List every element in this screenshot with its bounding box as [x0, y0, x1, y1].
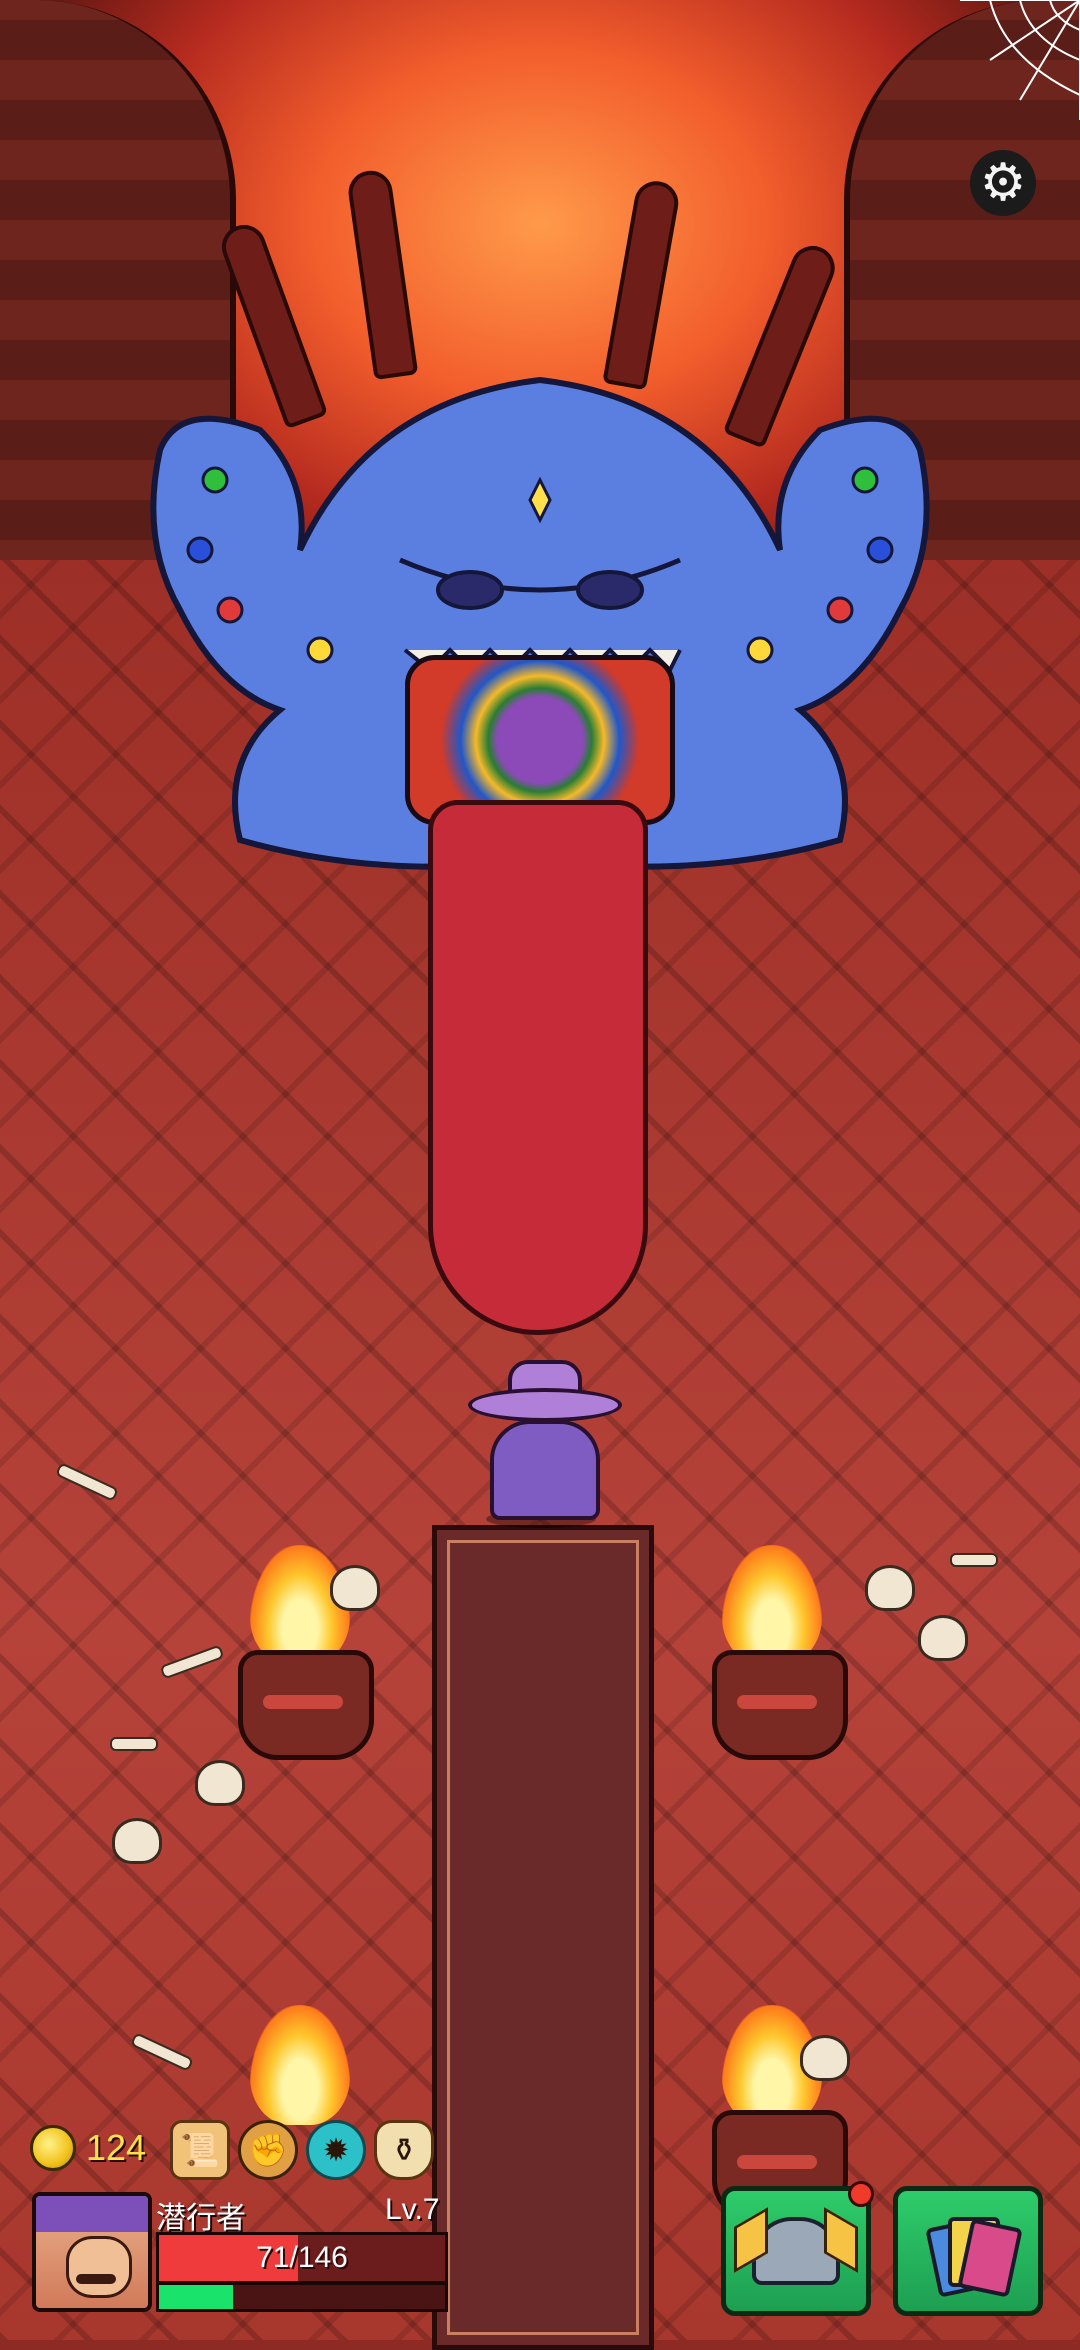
brazier: [238, 1650, 374, 1760]
sun-relic-icon[interactable]: ✹: [306, 2120, 366, 2180]
fire-icon: [250, 2005, 350, 2125]
skull-decoration: [330, 1565, 380, 1611]
boss-tongue: [428, 800, 648, 1335]
player-level: Lv.7: [385, 2193, 440, 2226]
portrait-mustache: [76, 2274, 116, 2284]
skull-decoration: [865, 1565, 915, 1611]
experience-bar: [156, 2282, 448, 2312]
skull-decoration: [195, 1760, 245, 1806]
player-cloak: [490, 1420, 600, 1520]
notification-dot: [848, 2181, 874, 2207]
winged-helmet-icon: [752, 2217, 840, 2285]
gold-coin-icon: [30, 2125, 76, 2171]
gear-icon: ⚙: [979, 154, 1027, 212]
experience-bar-fill: [159, 2285, 234, 2309]
skull-decoration: [112, 1818, 162, 1864]
bone-decoration: [110, 1737, 158, 1751]
portrait-hat: [36, 2196, 148, 2232]
skull-decoration: [800, 2035, 850, 2081]
fist-relic-icon[interactable]: ✊: [238, 2120, 298, 2180]
card-deck-button[interactable]: [893, 2186, 1043, 2316]
hat-brim: [468, 1388, 622, 1422]
skull-decoration: [918, 1615, 968, 1661]
brazier: [712, 1650, 848, 1760]
red-carpet: [432, 1525, 654, 2350]
bag-relic-icon[interactable]: ⚱: [374, 2120, 434, 2180]
equipment-button[interactable]: [721, 2181, 874, 2316]
scroll-relic-icon[interactable]: 📜: [170, 2120, 230, 2180]
settings-gear-button[interactable]: ⚙: [970, 150, 1036, 216]
spider-web-icon: [960, 0, 1080, 120]
player-portrait[interactable]: [32, 2192, 152, 2312]
portrait-face: [66, 2236, 132, 2298]
player-name: 潜行者: [156, 2202, 246, 2235]
health-text: 71/146: [256, 2241, 348, 2274]
coin-counter: 124: [30, 2125, 146, 2171]
coin-count: 124: [86, 2127, 147, 2168]
card-stack-icon: [925, 2211, 1023, 2298]
health-bar: 71/146: [156, 2232, 448, 2284]
player-character[interactable]: [468, 1360, 622, 1530]
bone-decoration: [950, 1553, 998, 1567]
relic-bar: 📜 ✊ ✹ ⚱: [170, 2120, 434, 2180]
fire-icon: [722, 1545, 822, 1665]
